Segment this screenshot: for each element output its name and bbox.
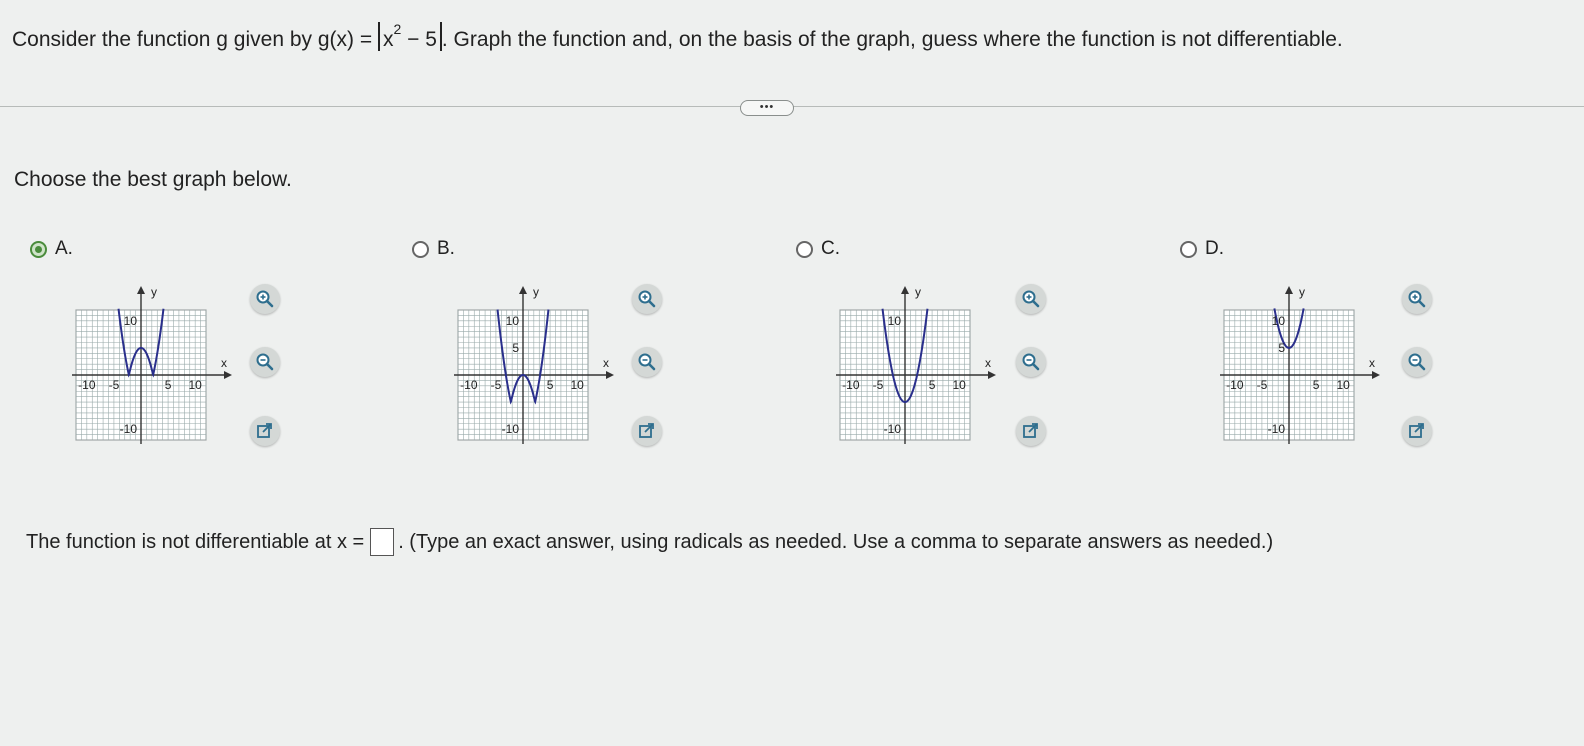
- y-tick-label: -10: [502, 422, 520, 436]
- x-tick-label: 5: [1313, 378, 1320, 392]
- y-axis-label: y: [915, 285, 921, 299]
- zoom-out-button[interactable]: [632, 347, 662, 377]
- prompt-text: Choose the best graph below.: [14, 168, 292, 191]
- radio-selected-icon[interactable]: [30, 240, 47, 258]
- zoom-out-icon: [256, 353, 274, 371]
- y-axis-label: y: [533, 285, 539, 299]
- open-external-button[interactable]: [1016, 416, 1046, 446]
- question-prefix: Consider the function g given by g(x) =: [12, 28, 373, 51]
- choice-b[interactable]: B.: [412, 238, 455, 260]
- choice-label: C.: [821, 238, 840, 259]
- x-axis-label: x: [603, 356, 609, 370]
- more-button[interactable]: •••: [740, 100, 794, 116]
- zoom-in-button[interactable]: [1016, 284, 1046, 314]
- open-external-icon: [1409, 423, 1424, 438]
- graph-b[interactable]: y x 10 5 -10 -10 -5 5 10: [446, 282, 622, 452]
- abs-base: x: [382, 28, 394, 51]
- answer-input[interactable]: [370, 528, 395, 556]
- x-tick-label: 10: [1336, 378, 1350, 392]
- answer-prefix: The function is not differentiable at x …: [26, 530, 365, 553]
- question-text: Consider the function g given by g(x) = …: [12, 21, 1343, 52]
- x-tick-label: -10: [78, 378, 96, 392]
- zoom-out-icon: [638, 353, 656, 371]
- x-tick-label: 5: [547, 378, 554, 392]
- abs-rest: − 5: [401, 28, 437, 51]
- x-tick-label: -10: [1226, 378, 1244, 392]
- x-tick-label: -10: [460, 378, 478, 392]
- x-tick-label: -5: [1257, 378, 1268, 392]
- y-axis-label: y: [151, 285, 157, 299]
- open-external-button[interactable]: [1402, 416, 1432, 446]
- y-tick-label: -10: [120, 422, 138, 436]
- choice-label: D.: [1205, 238, 1224, 259]
- zoom-in-button[interactable]: [1402, 284, 1432, 314]
- y-tick-label: -10: [884, 422, 902, 436]
- zoom-out-icon: [1408, 353, 1426, 371]
- choice-label: B.: [437, 238, 455, 259]
- abs-exponent: 2: [393, 21, 402, 37]
- open-external-button[interactable]: [250, 416, 280, 446]
- x-tick-label: 10: [188, 378, 202, 392]
- absolute-value-expression: x2 − 5: [377, 21, 442, 51]
- question-suffix: . Graph the function and, on the basis o…: [441, 28, 1343, 51]
- x-tick-label: 10: [952, 378, 966, 392]
- radio-icon[interactable]: [1180, 240, 1197, 258]
- open-external-button[interactable]: [632, 416, 662, 446]
- zoom-in-button[interactable]: [632, 284, 662, 314]
- open-external-icon: [1023, 423, 1038, 438]
- zoom-out-button[interactable]: [250, 347, 280, 377]
- radio-icon[interactable]: [796, 240, 813, 258]
- zoom-out-button[interactable]: [1016, 347, 1046, 377]
- y-tick-label: 10: [124, 314, 138, 328]
- y-axis-label: y: [1299, 285, 1305, 299]
- zoom-in-icon: [638, 290, 656, 308]
- answer-suffix: . (Type an exact answer, using radicals …: [398, 530, 1274, 553]
- x-tick-label: -5: [873, 378, 884, 392]
- x-tick-label: -10: [842, 378, 860, 392]
- y-tick-label: -10: [1268, 422, 1286, 436]
- radio-icon[interactable]: [412, 240, 429, 258]
- choice-d[interactable]: D.: [1180, 238, 1224, 260]
- open-external-icon: [639, 423, 654, 438]
- choice-a[interactable]: A.: [30, 238, 73, 260]
- graph-a[interactable]: y x 10 -10 -10 -5 5 10: [64, 282, 240, 452]
- zoom-in-icon: [1408, 290, 1426, 308]
- answer-line: The function is not differentiable at x …: [26, 528, 1273, 556]
- y-tick-label: 10: [506, 314, 520, 328]
- zoom-out-icon: [1022, 353, 1040, 371]
- graph-c[interactable]: y x 10 -10 -10 -5 5 10: [828, 282, 1004, 452]
- choice-c[interactable]: C.: [796, 238, 840, 260]
- x-tick-label: -5: [491, 378, 502, 392]
- y-tick-label: 5: [1278, 341, 1285, 355]
- open-external-icon: [257, 423, 272, 438]
- x-tick-label: 10: [570, 378, 584, 392]
- y-tick-label: 10: [888, 314, 902, 328]
- choice-label: A.: [55, 238, 73, 259]
- zoom-in-icon: [256, 290, 274, 308]
- y-tick-label: 10: [1272, 314, 1286, 328]
- x-tick-label: -5: [109, 378, 120, 392]
- x-axis-label: x: [221, 356, 227, 370]
- zoom-out-button[interactable]: [1402, 347, 1432, 377]
- x-tick-label: 5: [165, 378, 172, 392]
- zoom-in-button[interactable]: [250, 284, 280, 314]
- x-axis-label: x: [985, 356, 991, 370]
- x-tick-label: 5: [929, 378, 936, 392]
- zoom-in-icon: [1022, 290, 1040, 308]
- y-tick-label: 5: [512, 341, 519, 355]
- x-axis-label: x: [1369, 356, 1375, 370]
- graph-d[interactable]: y x 10 5 -10 -10 -5 5 10: [1212, 282, 1388, 452]
